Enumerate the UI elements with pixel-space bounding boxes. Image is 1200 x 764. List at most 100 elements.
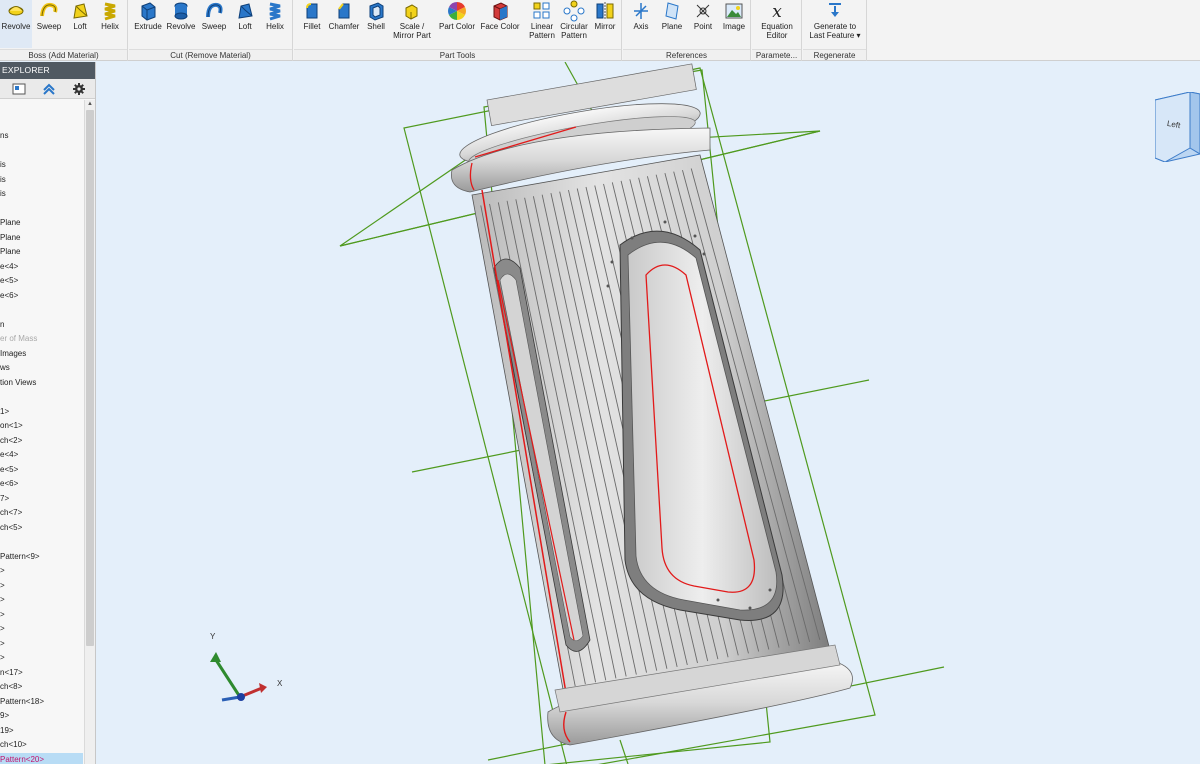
equation-editor-button[interactable]: x Equation Editor [754, 0, 800, 48]
tree-item[interactable]: Pattern<9> [0, 550, 83, 564]
boss-helix-button[interactable]: Helix [95, 0, 125, 48]
fillet-button[interactable]: Fillet [297, 0, 327, 48]
cut-sweep-button[interactable]: Sweep [198, 0, 230, 48]
tree-item[interactable]: on<1> [0, 419, 83, 433]
mirror-icon [596, 2, 614, 20]
collapse-all-icon[interactable] [42, 82, 56, 96]
tree-item[interactable]: Plane [0, 216, 83, 230]
tree-item[interactable] [0, 303, 83, 317]
tree-item[interactable]: > [0, 593, 83, 607]
tree-item[interactable]: e<4> [0, 260, 83, 274]
linear-pattern-button[interactable]: Linear Pattern [527, 0, 557, 48]
loft-cut-icon [238, 3, 253, 19]
ribbon-toolbar: Revolve Sweep Loft Helix Boss (Add Mater… [0, 0, 1200, 61]
tree-item[interactable]: 19> [0, 724, 83, 738]
tree-item[interactable]: ws [0, 361, 83, 375]
triad-y-axis [214, 659, 242, 698]
tree-item[interactable]: ch<7> [0, 506, 83, 520]
tree-item[interactable]: Plane [0, 231, 83, 245]
shell-button[interactable]: Shell [361, 0, 391, 48]
view-cube[interactable]: Left [1154, 91, 1200, 163]
tree-item[interactable] [0, 100, 83, 114]
tree-item[interactable]: e<5> [0, 274, 83, 288]
tree-item[interactable] [0, 390, 83, 404]
3d-viewport[interactable]: Y X Left [97, 62, 1200, 764]
tree-item[interactable] [0, 115, 83, 129]
tree-item[interactable]: 1> [0, 405, 83, 419]
scroll-up-arrow-icon[interactable]: ▲ [85, 100, 95, 109]
tree-item[interactable]: > [0, 622, 83, 636]
point-button[interactable]: Point [688, 0, 718, 48]
loft-icon [73, 3, 88, 19]
group-label-part-tools: Part Tools [294, 49, 621, 60]
triad-y-label: Y [210, 632, 216, 641]
tree-item[interactable]: ch<10> [0, 738, 83, 752]
fillet-icon [306, 3, 318, 19]
tree-item[interactable] [0, 535, 83, 549]
plane-button[interactable]: Plane [657, 0, 687, 48]
tree-item[interactable]: e<6> [0, 477, 83, 491]
cut-helix-button[interactable]: Helix [260, 0, 290, 48]
tree-item[interactable]: is [0, 187, 83, 201]
tree-item[interactable]: > [0, 579, 83, 593]
tree-item[interactable]: 9> [0, 709, 83, 723]
display-mode-icon[interactable] [12, 82, 26, 96]
explorer-scrollbar[interactable]: ▲ [84, 100, 95, 764]
tree-item[interactable]: Plane [0, 245, 83, 259]
group-label-cut: Cut (Remove Material) [129, 49, 292, 60]
tree-item[interactable]: ch<5> [0, 521, 83, 535]
axis-triad [210, 652, 267, 702]
generate-arrow-icon [829, 3, 841, 17]
tree-item[interactable]: e<5> [0, 463, 83, 477]
tree-item[interactable]: > [0, 608, 83, 622]
tree-item[interactable]: is [0, 158, 83, 172]
tree-item[interactable]: e<4> [0, 448, 83, 462]
plane-icon [665, 2, 679, 20]
tree-item[interactable]: > [0, 637, 83, 651]
settings-gear-icon[interactable] [72, 82, 86, 96]
scrollbar-thumb[interactable] [86, 110, 94, 646]
mirror-button[interactable]: Mirror [591, 0, 619, 48]
circular-pattern-button[interactable]: Circular Pattern [558, 0, 590, 48]
cut-extrude-button[interactable]: Extrude [132, 0, 164, 48]
tree-item[interactable]: ns [0, 129, 83, 143]
tree-item[interactable]: Pattern<20> [0, 752, 83, 764]
tree-item[interactable]: 7> [0, 492, 83, 506]
cylinder-body [471, 154, 831, 706]
generate-to-last-feature-button[interactable]: Generate to Last Feature ▾ [805, 0, 865, 48]
boss-sweep-button[interactable]: Sweep [33, 0, 65, 48]
chamfer-button[interactable]: Chamfer [328, 0, 360, 48]
scale-mirror-part-button[interactable]: Scale / Mirror Part [392, 0, 432, 48]
cut-revolve-button[interactable]: Revolve [165, 0, 197, 48]
model-canvas[interactable] [97, 62, 1200, 764]
part-color-button[interactable]: Part Color [437, 0, 477, 48]
cut-loft-button[interactable]: Loft [231, 0, 259, 48]
face-color-button[interactable]: Face Color [478, 0, 522, 48]
axis-button[interactable]: Axis [626, 0, 656, 48]
extrude-cut-icon [141, 2, 156, 21]
tree-item[interactable]: ch<2> [0, 434, 83, 448]
boss-loft-button[interactable]: Loft [66, 0, 94, 48]
tree-item[interactable] [0, 202, 83, 216]
helix-icon [104, 2, 116, 21]
circular-pattern-icon [563, 0, 585, 22]
tree-item[interactable] [0, 144, 83, 158]
scale-mirror-icon [405, 4, 418, 20]
image-button[interactable]: Image [719, 0, 749, 48]
group-cut: Extrude Revolve Sweep Loft Helix Cut (Re… [129, 0, 293, 61]
tree-item[interactable]: n<17> [0, 666, 83, 680]
tree-item[interactable]: tion Views [0, 376, 83, 390]
tree-item[interactable]: Pattern<18> [0, 695, 83, 709]
tree-item[interactable]: ch<8> [0, 680, 83, 694]
boss-revolve-button[interactable]: Revolve [0, 0, 32, 48]
tree-item[interactable]: is [0, 173, 83, 187]
group-boss: Revolve Sweep Loft Helix Boss (Add Mater… [0, 0, 128, 61]
color-wheel-icon [448, 2, 466, 20]
tree-item[interactable]: er of Mass [0, 332, 83, 346]
tree-item[interactable]: > [0, 564, 83, 578]
group-label-parameters: Paramete... [752, 49, 801, 60]
tree-item[interactable]: e<6> [0, 289, 83, 303]
tree-item[interactable]: n [0, 318, 83, 332]
tree-item[interactable]: Images [0, 347, 83, 361]
tree-item[interactable]: > [0, 651, 83, 665]
